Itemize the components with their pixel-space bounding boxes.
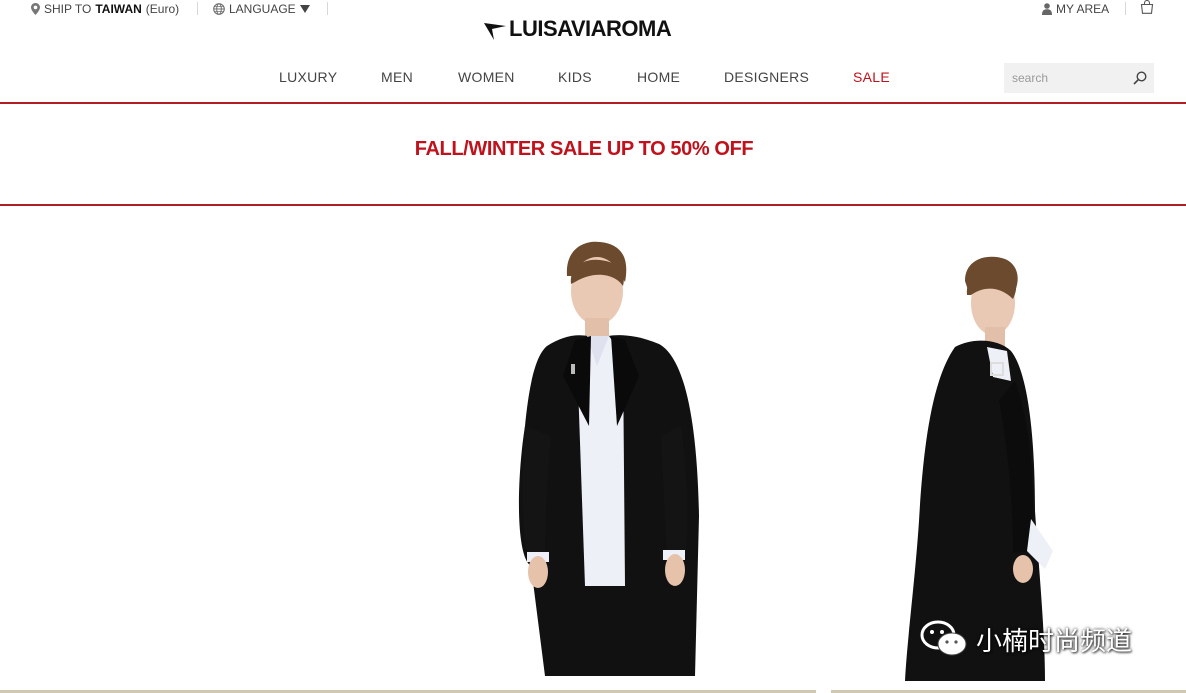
logo-text: LUISAVIAROMA	[509, 16, 672, 41]
nav-item-designers[interactable]: DESIGNERS	[724, 69, 809, 85]
user-icon	[1042, 3, 1052, 15]
logo-mark-icon	[484, 23, 506, 40]
nav-item-sale[interactable]: SALE	[853, 69, 890, 85]
ship-to-selector[interactable]: SHIP TO TAIWAN (Euro)	[31, 2, 179, 16]
caret-down-icon	[299, 5, 310, 13]
my-area-link[interactable]: MY AREA	[1042, 2, 1109, 16]
ship-to-currency: (Euro)	[145, 2, 180, 16]
shopping-bag-icon	[1140, 0, 1154, 14]
ship-to-country: TAIWAN	[95, 2, 142, 16]
separator	[327, 2, 328, 15]
search-input[interactable]	[1004, 63, 1128, 93]
globe-icon	[213, 3, 225, 15]
location-pin-icon	[31, 3, 40, 15]
search-box	[1004, 63, 1154, 93]
watermark-text: 小楠时尚频道	[976, 626, 1133, 657]
hero-image[interactable]: 小楠时尚频道	[0, 206, 1186, 693]
nav-item-luxury[interactable]: LUXURY	[279, 69, 337, 85]
site-logo[interactable]: LUISAVIAROMA	[484, 14, 672, 44]
my-area-label: MY AREA	[1056, 2, 1110, 16]
nav-item-men[interactable]: MEN	[381, 69, 413, 85]
nav-item-home[interactable]: HOME	[637, 69, 680, 85]
nav-item-women[interactable]: WOMEN	[458, 69, 515, 85]
model-front-image	[518, 241, 699, 676]
separator	[197, 2, 198, 15]
wechat-icon	[920, 620, 967, 656]
language-selector[interactable]: LANGUAGE	[213, 2, 310, 16]
search-icon[interactable]	[1132, 70, 1148, 86]
sale-banner-text: FALL/WINTER SALE UP TO 50% OFF	[414, 138, 754, 160]
watermark: 小楠时尚频道	[920, 620, 1132, 658]
ship-to-prefix: SHIP TO	[44, 2, 92, 16]
sale-banner[interactable]: FALL/WINTER SALE UP TO 50% OFF	[0, 104, 1186, 204]
shopping-bag-button[interactable]	[1140, 0, 1154, 14]
language-label: LANGUAGE	[229, 2, 296, 16]
separator	[1125, 2, 1126, 15]
nav-item-kids[interactable]: KIDS	[558, 69, 592, 85]
